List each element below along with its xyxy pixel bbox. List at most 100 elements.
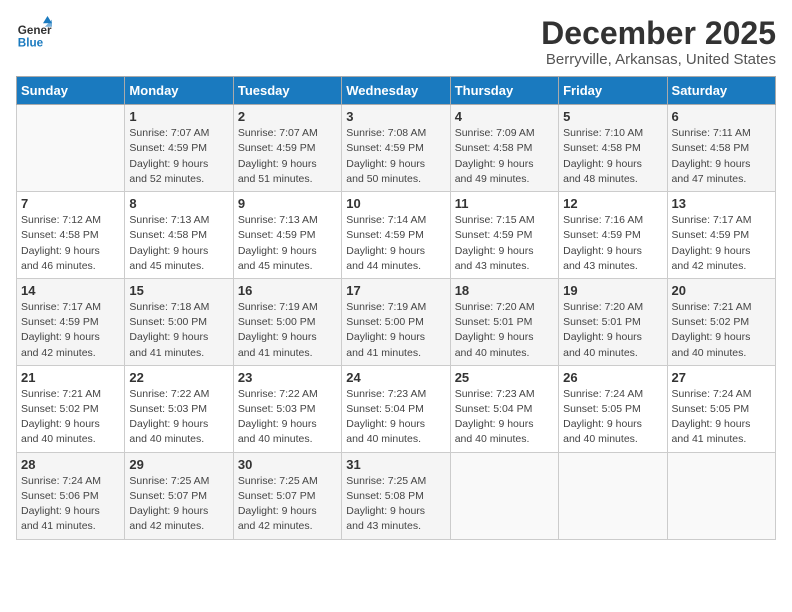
month-title: December 2025 (541, 16, 776, 51)
day-number: 9 (238, 196, 337, 211)
calendar-cell: 24Sunrise: 7:23 AM Sunset: 5:04 PM Dayli… (342, 365, 450, 452)
day-number: 19 (563, 283, 662, 298)
day-number: 10 (346, 196, 445, 211)
day-number: 17 (346, 283, 445, 298)
day-info: Sunrise: 7:24 AM Sunset: 5:05 PM Dayligh… (672, 387, 771, 448)
calendar-cell: 2 Sunrise: 7:07 AM Sunset: 4:59 PM Daylig… (233, 105, 341, 192)
day-number: 11 (455, 196, 554, 211)
calendar-cell: 10 Sunrise: 7:14 AM Sunset: 4:59 PM Dayli… (342, 192, 450, 279)
day-number: 24 (346, 370, 445, 385)
calendar-week-row: 14 Sunrise: 7:17 AM Sunset: 4:59 PM Dayli… (17, 278, 776, 365)
day-info: Sunrise: 7:25 AM Sunset: 5:07 PM Dayligh… (129, 474, 228, 535)
calendar-cell: 29Sunrise: 7:25 AM Sunset: 5:07 PM Dayli… (125, 452, 233, 539)
day-number: 3 (346, 109, 445, 124)
day-number: 21 (21, 370, 120, 385)
day-info: Sunrise: 7:15 AM Sunset: 4:59 PM Dayligh… (455, 213, 554, 274)
day-info: Sunrise: 7:24 AM Sunset: 5:05 PM Dayligh… (563, 387, 662, 448)
calendar-cell: 23Sunrise: 7:22 AM Sunset: 5:03 PM Dayli… (233, 365, 341, 452)
day-info: Sunrise: 7:21 AM Sunset: 5:02 PM Dayligh… (21, 387, 120, 448)
calendar-cell (17, 105, 125, 192)
calendar-cell: 21 Sunrise: 7:21 AM Sunset: 5:02 PM Dayli… (17, 365, 125, 452)
day-info: Sunrise: 7:17 AM Sunset: 4:59 PM Dayligh… (672, 213, 771, 274)
day-number: 8 (129, 196, 228, 211)
calendar-cell: 8 Sunrise: 7:13 AM Sunset: 4:58 PM Daylig… (125, 192, 233, 279)
day-info: Sunrise: 7:12 AM Sunset: 4:58 PM Dayligh… (21, 213, 120, 274)
weekday-header-cell: Monday (125, 77, 233, 105)
calendar-cell: 3 Sunrise: 7:08 AM Sunset: 4:59 PM Daylig… (342, 105, 450, 192)
calendar-cell: 25 Sunrise: 7:23 AM Sunset: 5:04 PM Dayli… (450, 365, 558, 452)
calendar-cell: 20 Sunrise: 7:21 AM Sunset: 5:02 PM Dayli… (667, 278, 775, 365)
calendar-cell: 22 Sunrise: 7:22 AM Sunset: 5:03 PM Dayli… (125, 365, 233, 452)
day-number: 1 (129, 109, 228, 124)
day-info: Sunrise: 7:08 AM Sunset: 4:59 PM Dayligh… (346, 126, 445, 187)
calendar-cell: 15Sunrise: 7:18 AM Sunset: 5:00 PM Dayli… (125, 278, 233, 365)
day-info: Sunrise: 7:07 AM Sunset: 4:59 PM Dayligh… (238, 126, 337, 187)
day-number: 2 (238, 109, 337, 124)
day-number: 22 (129, 370, 228, 385)
day-number: 13 (672, 196, 771, 211)
calendar-cell: 4Sunrise: 7:09 AM Sunset: 4:58 PM Daylig… (450, 105, 558, 192)
calendar-cell: 28Sunrise: 7:24 AM Sunset: 5:06 PM Dayli… (17, 452, 125, 539)
day-number: 20 (672, 283, 771, 298)
day-info: Sunrise: 7:11 AM Sunset: 4:58 PM Dayligh… (672, 126, 771, 187)
day-number: 26 (563, 370, 662, 385)
logo: General Blue (16, 16, 52, 52)
weekday-header-cell: Thursday (450, 77, 558, 105)
title-area: December 2025 Berryville, Arkansas, Unit… (541, 16, 776, 68)
calendar-cell: 30Sunrise: 7:25 AM Sunset: 5:07 PM Dayli… (233, 452, 341, 539)
calendar-cell: 16 Sunrise: 7:19 AM Sunset: 5:00 PM Dayli… (233, 278, 341, 365)
calendar-cell (667, 452, 775, 539)
day-number: 31 (346, 457, 445, 472)
weekday-header-row: SundayMondayTuesdayWednesdayThursdayFrid… (17, 77, 776, 105)
day-number: 25 (455, 370, 554, 385)
weekday-header-cell: Tuesday (233, 77, 341, 105)
day-info: Sunrise: 7:10 AM Sunset: 4:58 PM Dayligh… (563, 126, 662, 187)
day-number: 14 (21, 283, 120, 298)
calendar-cell: 27 Sunrise: 7:24 AM Sunset: 5:05 PM Dayli… (667, 365, 775, 452)
calendar-cell: 19 Sunrise: 7:20 AM Sunset: 5:01 PM Dayli… (559, 278, 667, 365)
day-info: Sunrise: 7:16 AM Sunset: 4:59 PM Dayligh… (563, 213, 662, 274)
calendar-week-row: 1 Sunrise: 7:07 AM Sunset: 4:59 PM Daylig… (17, 105, 776, 192)
day-info: Sunrise: 7:18 AM Sunset: 5:00 PM Dayligh… (129, 300, 228, 361)
day-number: 27 (672, 370, 771, 385)
weekday-header-cell: Wednesday (342, 77, 450, 105)
calendar-cell: 5 Sunrise: 7:10 AM Sunset: 4:58 PM Daylig… (559, 105, 667, 192)
calendar-cell: 17Sunrise: 7:19 AM Sunset: 5:00 PM Dayli… (342, 278, 450, 365)
weekday-header-cell: Friday (559, 77, 667, 105)
calendar-cell (450, 452, 558, 539)
logo-icon: General Blue (16, 16, 52, 52)
calendar-cell: 6 Sunrise: 7:11 AM Sunset: 4:58 PM Daylig… (667, 105, 775, 192)
day-number: 28 (21, 457, 120, 472)
location-title: Berryville, Arkansas, United States (541, 51, 776, 68)
day-info: Sunrise: 7:13 AM Sunset: 4:58 PM Dayligh… (129, 213, 228, 274)
day-info: Sunrise: 7:14 AM Sunset: 4:59 PM Dayligh… (346, 213, 445, 274)
calendar-cell: 18 Sunrise: 7:20 AM Sunset: 5:01 PM Dayli… (450, 278, 558, 365)
calendar-cell: 11 Sunrise: 7:15 AM Sunset: 4:59 PM Dayli… (450, 192, 558, 279)
day-number: 5 (563, 109, 662, 124)
day-info: Sunrise: 7:13 AM Sunset: 4:59 PM Dayligh… (238, 213, 337, 274)
day-info: Sunrise: 7:21 AM Sunset: 5:02 PM Dayligh… (672, 300, 771, 361)
calendar-cell: 14 Sunrise: 7:17 AM Sunset: 4:59 PM Dayli… (17, 278, 125, 365)
day-number: 12 (563, 196, 662, 211)
calendar-cell (559, 452, 667, 539)
day-info: Sunrise: 7:20 AM Sunset: 5:01 PM Dayligh… (563, 300, 662, 361)
day-number: 16 (238, 283, 337, 298)
svg-text:Blue: Blue (18, 37, 44, 50)
calendar-cell: 12 Sunrise: 7:16 AM Sunset: 4:59 PM Dayli… (559, 192, 667, 279)
day-info: Sunrise: 7:23 AM Sunset: 5:04 PM Dayligh… (455, 387, 554, 448)
day-number: 7 (21, 196, 120, 211)
day-info: Sunrise: 7:20 AM Sunset: 5:01 PM Dayligh… (455, 300, 554, 361)
day-number: 6 (672, 109, 771, 124)
calendar-cell: 9 Sunrise: 7:13 AM Sunset: 4:59 PM Daylig… (233, 192, 341, 279)
day-info: Sunrise: 7:19 AM Sunset: 5:00 PM Dayligh… (238, 300, 337, 361)
calendar-cell: 31Sunrise: 7:25 AM Sunset: 5:08 PM Dayli… (342, 452, 450, 539)
day-info: Sunrise: 7:07 AM Sunset: 4:59 PM Dayligh… (129, 126, 228, 187)
calendar-week-row: 7 Sunrise: 7:12 AM Sunset: 4:58 PM Daylig… (17, 192, 776, 279)
calendar-cell: 13 Sunrise: 7:17 AM Sunset: 4:59 PM Dayli… (667, 192, 775, 279)
day-info: Sunrise: 7:22 AM Sunset: 5:03 PM Dayligh… (129, 387, 228, 448)
day-number: 18 (455, 283, 554, 298)
day-info: Sunrise: 7:17 AM Sunset: 4:59 PM Dayligh… (21, 300, 120, 361)
calendar-cell: 7 Sunrise: 7:12 AM Sunset: 4:58 PM Daylig… (17, 192, 125, 279)
calendar-week-row: 21 Sunrise: 7:21 AM Sunset: 5:02 PM Dayli… (17, 365, 776, 452)
day-number: 4 (455, 109, 554, 124)
